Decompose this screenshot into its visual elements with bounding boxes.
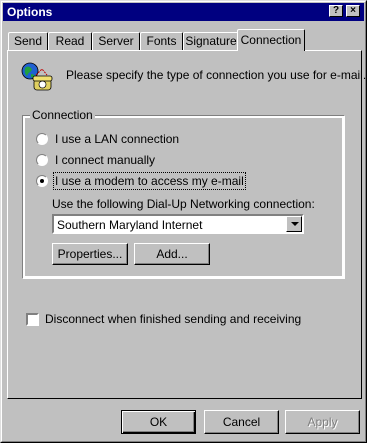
tab-fonts[interactable]: Fonts: [140, 32, 183, 51]
lan-radio-label[interactable]: I use a LAN connection: [55, 132, 179, 146]
properties-button[interactable]: Properties...: [52, 243, 128, 265]
cancel-button[interactable]: Cancel: [204, 410, 279, 434]
intro-text: Please specify the type of connection yo…: [66, 68, 367, 82]
manual-option-text: I connect manually: [55, 153, 156, 167]
close-button[interactable]: ×: [346, 5, 360, 17]
tab-connection[interactable]: Connection: [237, 29, 305, 51]
options-dialog: Options ? × Send Read Server Fonts Signa…: [0, 0, 367, 443]
chevron-down-icon[interactable]: [286, 216, 302, 232]
tab-signature[interactable]: Signature: [183, 32, 239, 51]
ok-button[interactable]: OK: [121, 410, 196, 434]
apply-button[interactable]: Apply: [285, 410, 360, 434]
connection-panel: Please specify the type of connection yo…: [7, 50, 366, 399]
title-bar[interactable]: Options ? ×: [3, 3, 364, 21]
tab-server[interactable]: Server: [92, 32, 140, 51]
manual-radio-label[interactable]: I connect manually: [55, 153, 155, 167]
dialup-label: Use the following Dial-Up Networking con…: [52, 197, 315, 211]
disconnect-checkbox[interactable]: [26, 313, 39, 326]
tab-read[interactable]: Read: [48, 32, 92, 51]
dialup-selected-value: Southern Maryland Internet: [57, 218, 203, 232]
tab-send[interactable]: Send: [8, 32, 48, 51]
modem-radio-label[interactable]: I use a modem to access my e-mail: [53, 172, 246, 190]
globe-with-phone-icon: [21, 62, 53, 91]
modem-option-text: I use a modem to access my e-mail: [55, 174, 244, 188]
lan-radio[interactable]: [36, 133, 48, 145]
lan-option-text: I use a LAN connection: [55, 132, 180, 146]
radio-selected-dot: [40, 179, 44, 183]
connection-group-title: Connection: [30, 108, 95, 122]
help-button[interactable]: ?: [329, 5, 343, 17]
dialup-connection-select[interactable]: Southern Maryland Internet: [52, 214, 304, 234]
modem-radio[interactable]: [36, 175, 48, 187]
window-title: Options: [7, 5, 53, 19]
add-button[interactable]: Add...: [134, 243, 210, 265]
disconnect-label[interactable]: Disconnect when finished sending and rec…: [45, 312, 301, 326]
manual-radio[interactable]: [36, 154, 48, 166]
